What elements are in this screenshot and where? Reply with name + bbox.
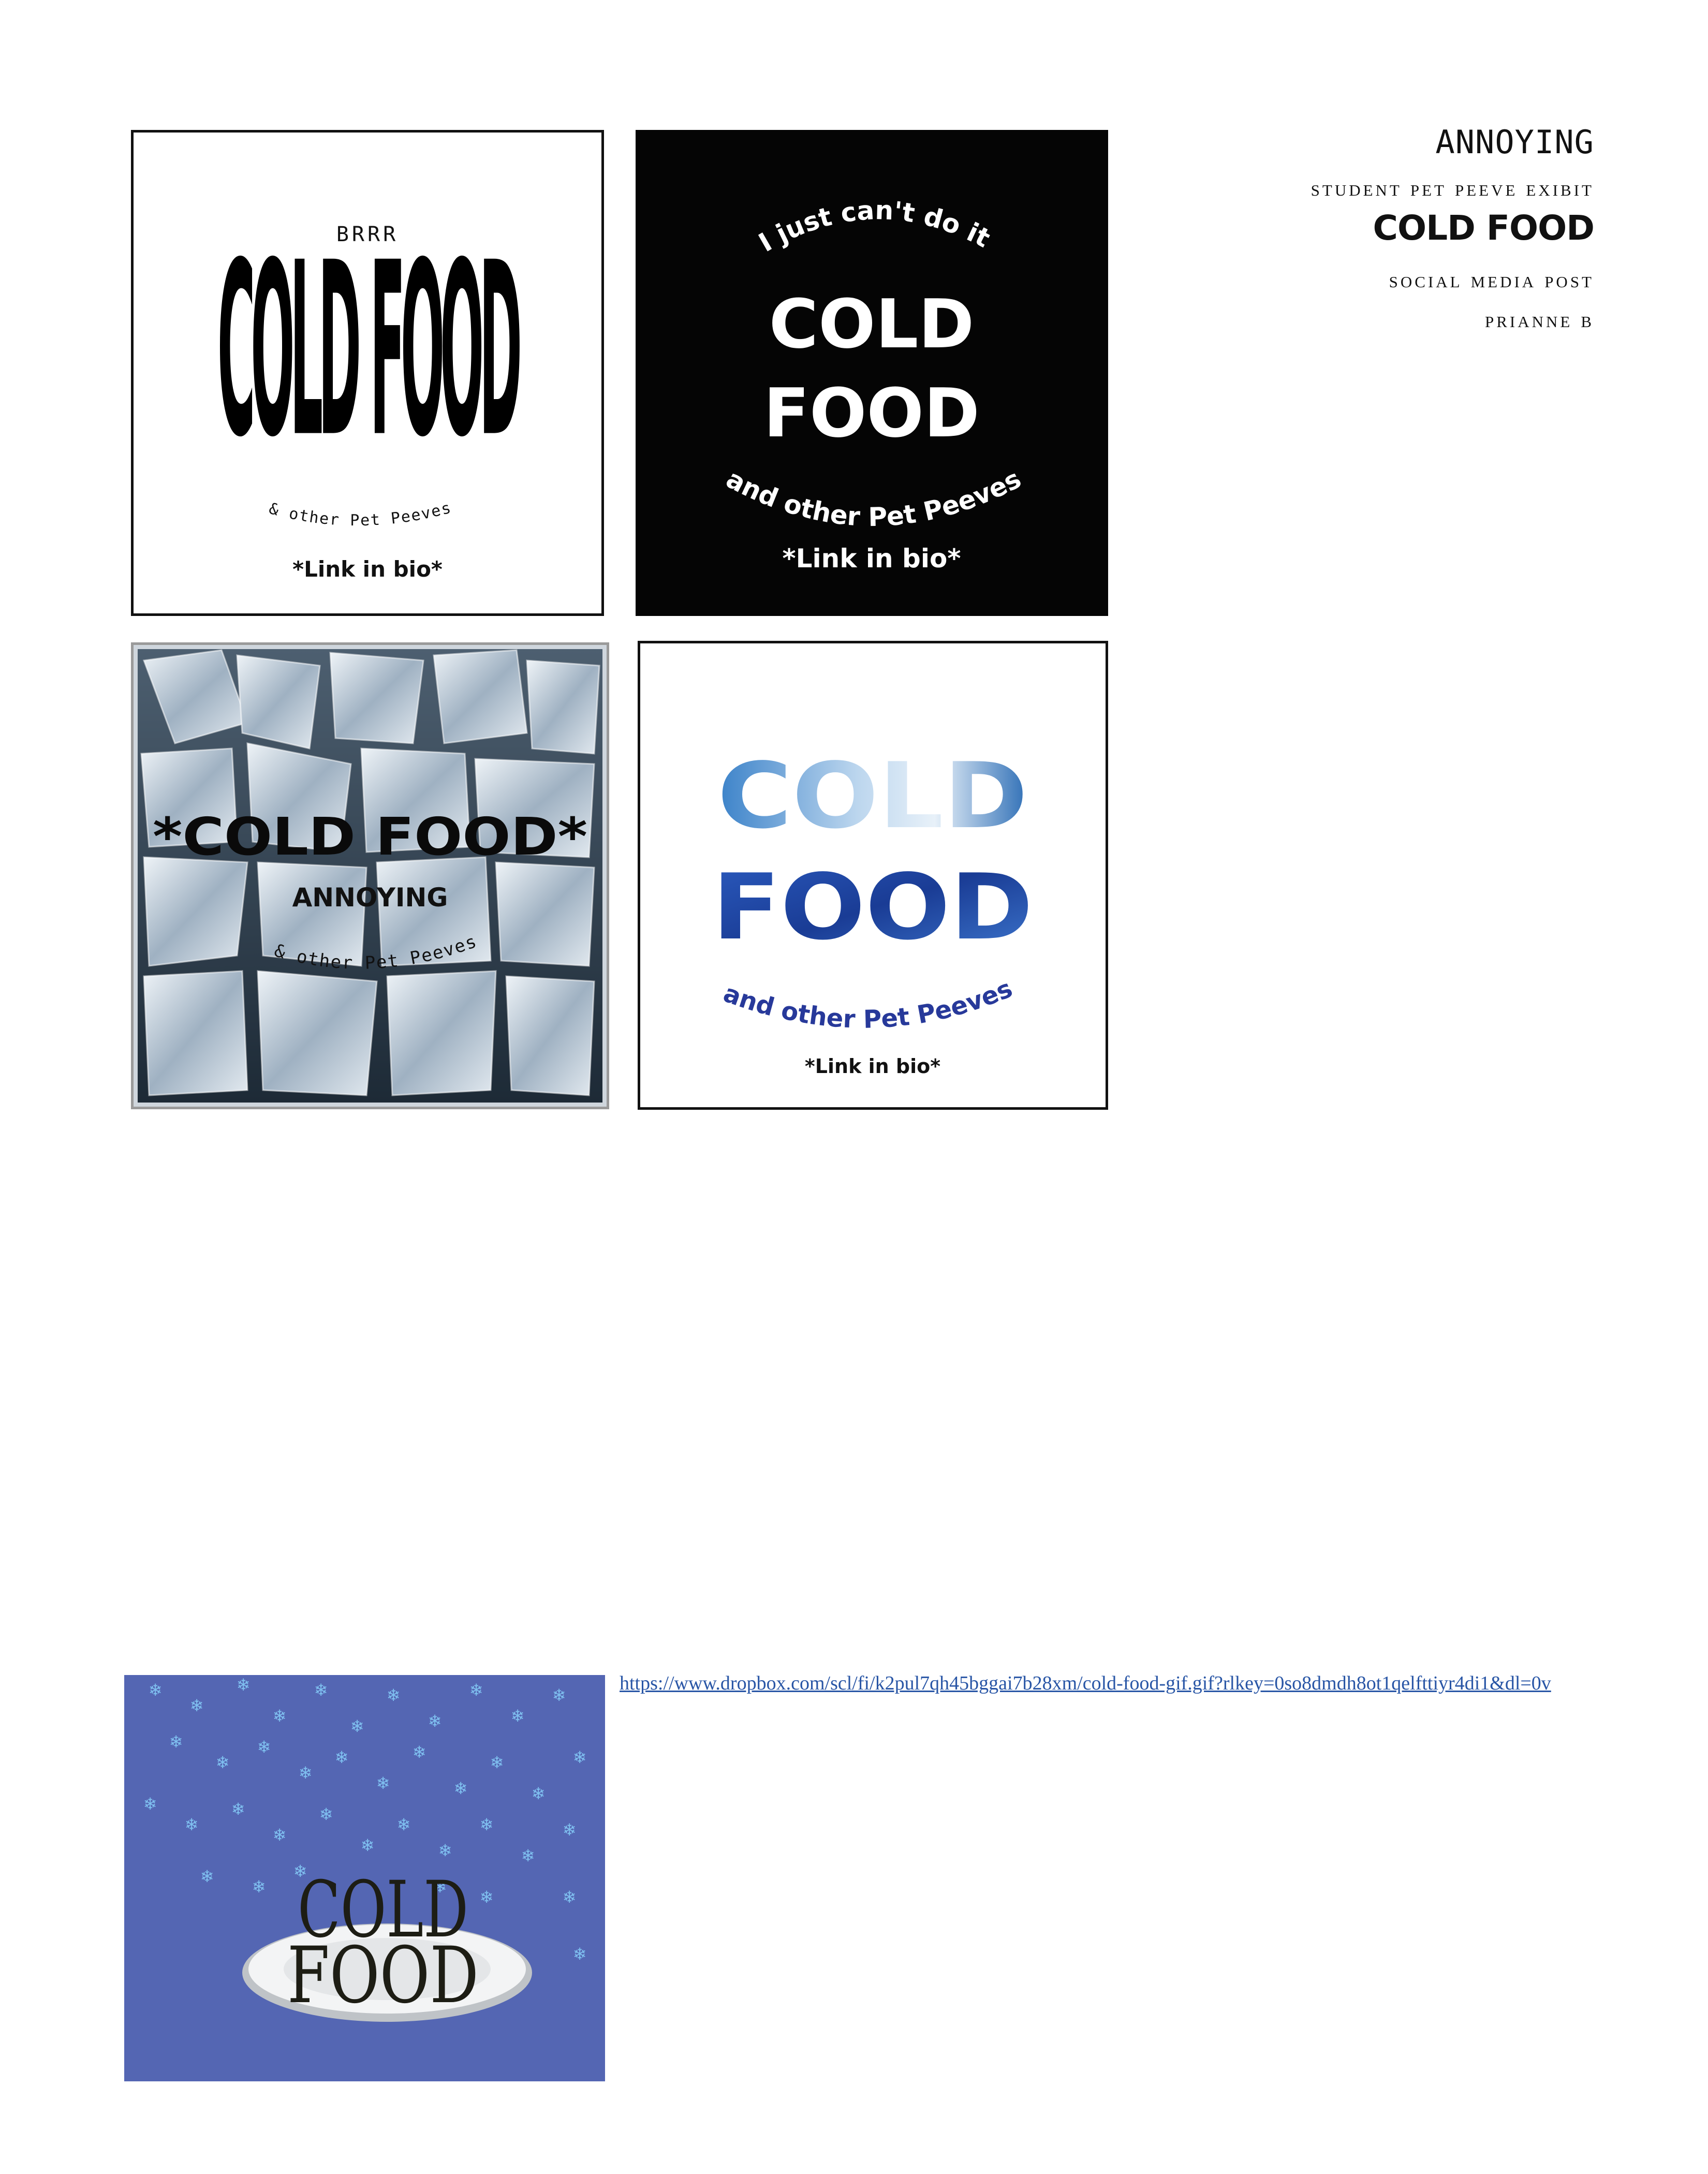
- svg-text:❄: ❄: [387, 1685, 401, 1705]
- poster-brrr-sub-text: & other Pet Peeves: [267, 498, 453, 530]
- poster-snow-art: ❄❄❄❄ ❄❄❄❄ ❄❄❄❄ ❄❄❄❄ ❄❄❄❄ ❄❄❄❄ ❄❄❄❄ ❄❄❄❄ …: [143, 1675, 587, 2022]
- svg-text:❄: ❄: [335, 1747, 349, 1767]
- poster-ice-main-text: *COLD FOOD*: [153, 806, 587, 867]
- svg-text:❄: ❄: [299, 1763, 313, 1783]
- svg-text:❄: ❄: [573, 1944, 587, 1964]
- gif-download-link[interactable]: https://www.dropbox.com/scl/fi/k2pul7qh4…: [620, 1672, 1650, 1695]
- poster-ice-sub-title: ANNOYING: [292, 883, 448, 913]
- poster-blue-cta: *Link in bio*: [805, 1055, 940, 1078]
- poster-ice-art: *COLD FOOD* ANNOYING & other Pet Peeves: [138, 649, 602, 1103]
- header-author: Prianne B: [1484, 307, 1594, 332]
- svg-text:❄: ❄: [469, 1680, 483, 1700]
- svg-text:❄: ❄: [273, 1706, 287, 1726]
- svg-text:❄: ❄: [454, 1779, 468, 1798]
- poster-black: I just can't do it COLD FOOD and other P…: [636, 130, 1108, 616]
- svg-text:❄: ❄: [257, 1737, 271, 1757]
- poster-brrr-cta: *Link in bio*: [292, 556, 443, 582]
- svg-text:❄: ❄: [169, 1732, 183, 1752]
- svg-text:❄: ❄: [532, 1784, 546, 1803]
- poster-blue-sub-text: and other Pet Peeves: [719, 974, 1017, 1034]
- poster-snow-main-line2: FOOD: [287, 1931, 479, 2021]
- poster-ice: *COLD FOOD* ANNOYING & other Pet Peeves: [131, 642, 609, 1109]
- svg-text:❄: ❄: [149, 1680, 163, 1700]
- svg-text:❄: ❄: [143, 1794, 157, 1814]
- svg-text:❄: ❄: [573, 1747, 587, 1767]
- svg-text:❄: ❄: [552, 1685, 566, 1705]
- header-project: COLD FOOD: [1373, 208, 1595, 248]
- header-type: Social Media Post: [1389, 267, 1594, 292]
- svg-text:and other Pet Peeves: and other Pet Peeves: [719, 974, 1017, 1034]
- header-exhibit: Student Pet Peeve Exibit: [1311, 175, 1594, 201]
- svg-text:❄: ❄: [397, 1815, 411, 1834]
- svg-text:❄: ❄: [190, 1696, 204, 1715]
- svg-text:❄: ❄: [200, 1867, 214, 1886]
- poster-brrr: BRRR COLD FOOD & other Pet Peeves *Link …: [131, 130, 604, 616]
- svg-text:❄: ❄: [237, 1675, 251, 1695]
- svg-text:❄: ❄: [350, 1716, 364, 1736]
- svg-text:❄: ❄: [185, 1815, 199, 1834]
- poster-blue-art: COLD FOOD and other Pet Peeves *Link in …: [712, 744, 1033, 1078]
- svg-text:❄: ❄: [273, 1825, 287, 1845]
- poster-black-cta: *Link in bio*: [783, 544, 961, 574]
- svg-text:❄: ❄: [438, 1841, 452, 1860]
- svg-text:❄: ❄: [521, 1846, 535, 1865]
- poster-brrr-main-text: COLD FOOD: [217, 212, 520, 490]
- svg-text:❄: ❄: [361, 1835, 375, 1855]
- svg-text:❄: ❄: [252, 1877, 266, 1897]
- svg-text:❄: ❄: [314, 1680, 328, 1700]
- poster-blue-main-line2: FOOD: [712, 855, 1033, 960]
- poster-black-top-text: I just can't do it: [754, 195, 995, 258]
- svg-text:I just can't do it: I just can't do it: [754, 195, 995, 258]
- svg-text:❄: ❄: [413, 1742, 426, 1762]
- poster-black-main-line2: FOOD: [763, 374, 980, 452]
- svg-text:❄: ❄: [428, 1711, 442, 1731]
- svg-text:❄: ❄: [319, 1804, 333, 1824]
- svg-text:❄: ❄: [231, 1799, 245, 1819]
- poster-black-art: I just can't do it COLD FOOD and other P…: [722, 195, 1026, 574]
- svg-text:& other Pet Peeves: & other Pet Peeves: [267, 498, 454, 530]
- svg-text:❄: ❄: [563, 1820, 577, 1840]
- svg-text:❄: ❄: [480, 1815, 494, 1834]
- svg-text:❄: ❄: [511, 1706, 525, 1726]
- svg-text:and other Pet Peeves: and other Pet Peeves: [722, 464, 1026, 533]
- svg-text:❄: ❄: [563, 1887, 577, 1907]
- svg-text:❄: ❄: [490, 1753, 504, 1772]
- poster-blue: COLD FOOD and other Pet Peeves *Link in …: [638, 641, 1108, 1110]
- svg-text:❄: ❄: [480, 1887, 494, 1907]
- poster-black-sub-text: and other Pet Peeves: [722, 464, 1026, 533]
- poster-snow-gif: ❄ ❄ ❄ ❄ ❄ ❄ ❄ ❄ ❄ ❄ ❄ ❄ ❄ ❄ ❄ ❄ ❄ ❄ ❄ ❄ ❄ ❄ ❄ ❄ ❄ ❄ ❄ ❄ ❄ ❄ ❄ ❄ …: [124, 1675, 605, 2081]
- poster-brrr-art: BRRR COLD FOOD & other Pet Peeves *Link …: [217, 212, 525, 582]
- svg-text:❄: ❄: [216, 1753, 230, 1772]
- poster-black-main-line1: COLD: [769, 285, 975, 363]
- svg-text:❄: ❄: [376, 1773, 390, 1793]
- poster-blue-main-line1: COLD: [717, 744, 1028, 849]
- header-title: ANNOYING: [1435, 123, 1594, 161]
